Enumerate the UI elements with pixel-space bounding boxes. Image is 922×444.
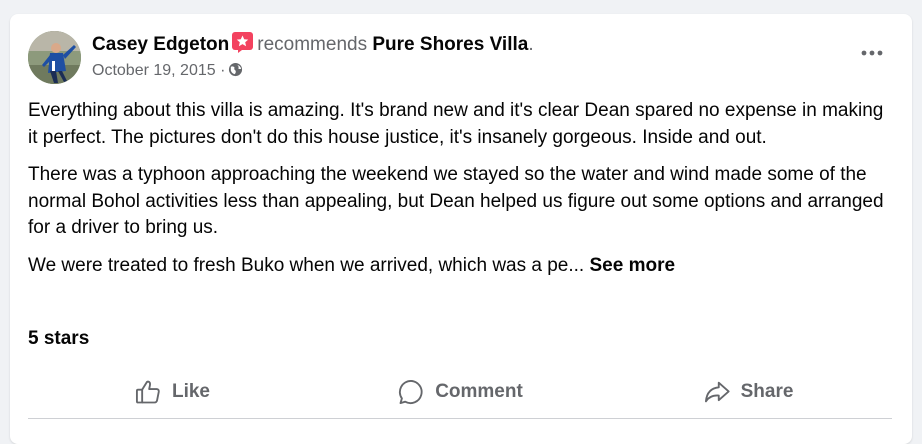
meta-separator: · (220, 62, 226, 79)
post-meta: October 19, 2015 · (92, 61, 243, 81)
share-button[interactable]: Share (604, 372, 892, 412)
post-header: Casey Edgeton recommends Pure Shores Vill… (92, 32, 534, 56)
action-bar: Like Comment Share (28, 372, 892, 412)
post-date[interactable]: October 19, 2015 (92, 62, 216, 79)
comment-icon (399, 379, 423, 405)
share-icon (704, 381, 730, 403)
globe-icon[interactable] (228, 62, 243, 77)
comment-button[interactable]: Comment (316, 372, 604, 412)
like-button[interactable]: Like (28, 372, 316, 412)
avatar[interactable] (28, 31, 81, 84)
thumbs-up-icon (135, 380, 160, 404)
post-paragraph: There was a typhoon approaching the week… (28, 164, 884, 238)
comment-label: Comment (435, 381, 523, 402)
see-more-link[interactable]: See more (589, 255, 675, 276)
like-label: Like (171, 381, 211, 402)
share-label: Share (740, 381, 794, 402)
post-paragraph-text: We were treated to fresh Buko when we ar… (28, 254, 585, 276)
avatar-photo (28, 31, 81, 84)
more-horizontal-icon (861, 50, 883, 56)
post-card: Casey Edgeton recommends Pure Shores Vill… (10, 14, 912, 444)
more-options-button[interactable] (854, 38, 890, 68)
header-period: . (528, 34, 534, 55)
post-body: Everything about this villa is amazing. … (28, 98, 898, 290)
post-paragraph: Everything about this villa is amazing. … (28, 100, 884, 148)
page-name-link[interactable]: Pure Shores Villa (372, 34, 528, 55)
recommends-text: recommends (257, 34, 368, 55)
post-paragraph-truncated: We were treated to fresh Buko when we ar… (28, 253, 898, 280)
author-name[interactable]: Casey Edgeton (92, 34, 229, 55)
recommend-star-icon (232, 32, 254, 53)
action-divider (28, 418, 892, 419)
rating-text: 5 stars (28, 328, 90, 349)
